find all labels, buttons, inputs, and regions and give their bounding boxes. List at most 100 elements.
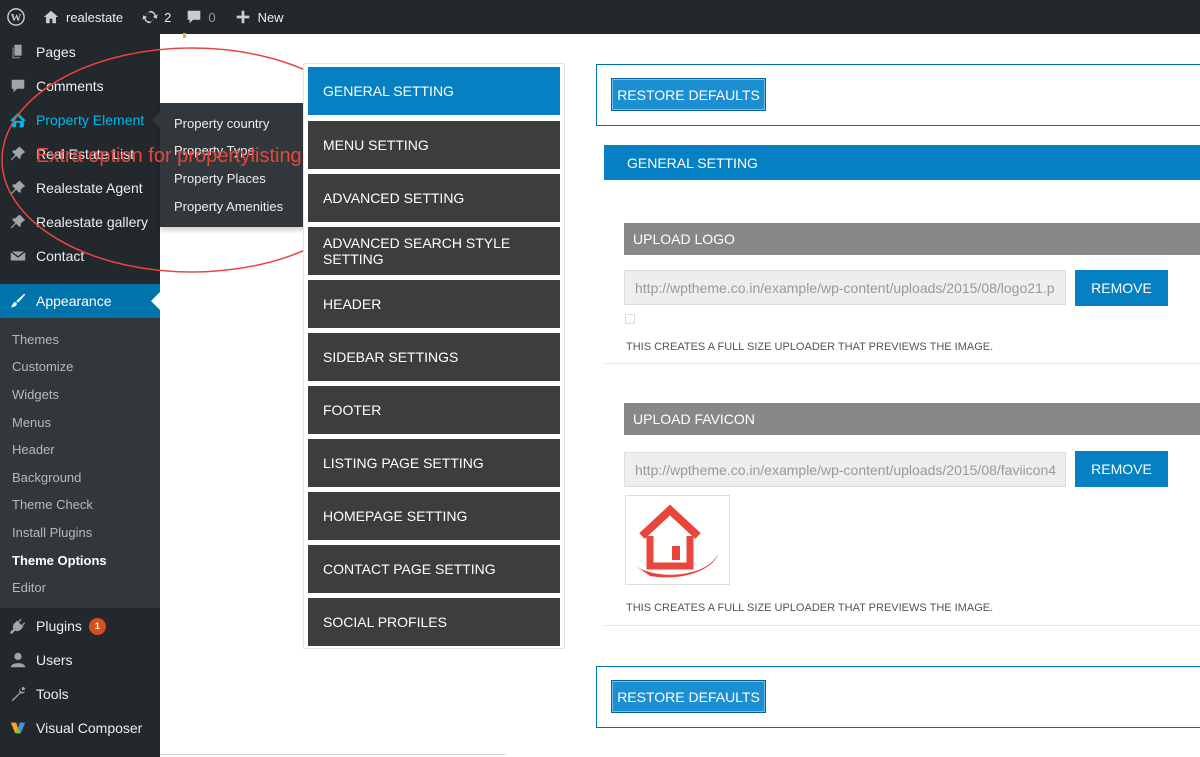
restore-defaults-button-top[interactable]: RESTORE DEFAULTS [611, 78, 766, 111]
house-logo-icon [636, 504, 718, 578]
menu-label: Contact [36, 248, 85, 264]
menu-visual-composer[interactable]: Visual Composer [0, 711, 160, 745]
remove-favicon-button[interactable]: REMOVE [1075, 451, 1168, 487]
submenu-theme-options[interactable]: Theme Options [12, 553, 107, 568]
submenu-themes[interactable]: Themes [12, 332, 59, 347]
remove-logo-button[interactable]: REMOVE [1075, 270, 1168, 306]
menu-label: Appearance [36, 293, 112, 309]
submenu-header[interactable]: Header [12, 442, 55, 457]
new-label: New [257, 9, 284, 25]
menu-contact[interactable]: Contact [0, 239, 160, 273]
menu-label: Users [36, 652, 73, 668]
nav-listing-page-setting[interactable]: LISTING PAGE SETTING [308, 439, 560, 487]
logo-url-input[interactable]: http://wptheme.co.in/example/wp-content/… [624, 270, 1066, 305]
logo-description: THIS CREATES A FULL SIZE UPLOADER THAT P… [626, 341, 994, 353]
appearance-submenu: Themes Customize Widgets Menus Header Ba… [0, 318, 160, 608]
submenu-theme-check[interactable]: Theme Check [12, 497, 93, 512]
menu-property-element[interactable]: Property Element [0, 103, 160, 137]
site-name: realestate [66, 9, 124, 25]
nav-advanced-setting[interactable]: ADVANCED SETTING [308, 174, 560, 222]
menu-label: Tools [36, 686, 69, 702]
notice-marker [183, 33, 186, 38]
flyout-arrow [152, 112, 160, 128]
menu-comments[interactable]: Comments [0, 69, 160, 103]
favicon-url-input[interactable]: http://wptheme.co.in/example/wp-content/… [624, 452, 1066, 487]
menu-label: Property Element [36, 112, 145, 128]
tools-icon [11, 686, 26, 702]
menu-label: Real Estate List [36, 146, 135, 162]
menu-label: Realestate Agent [36, 180, 143, 196]
menu-label: Visual Composer [36, 720, 143, 736]
flyout-property-places[interactable]: Property Places [174, 171, 266, 186]
submenu-editor[interactable]: Editor [12, 580, 46, 595]
home-icon [43, 10, 59, 24]
menu-real-estate-list[interactable]: Real Estate List [0, 137, 160, 171]
admin-bar: W realestate 2 0 New [0, 0, 1200, 34]
pin-icon [10, 146, 26, 161]
wordpress-icon: W [7, 8, 25, 26]
submenu-background[interactable]: Background [12, 470, 81, 485]
divider [604, 625, 1200, 626]
upload-favicon-header: UPLOAD FAVICON [624, 403, 1200, 435]
updates-count: 2 [164, 9, 172, 25]
paintbrush-icon [10, 293, 26, 308]
flyout-property-type[interactable]: Property Type [174, 143, 255, 158]
comments-link[interactable]: 0 [178, 0, 222, 34]
nav-advanced-search-style-setting[interactable]: ADVANCED SEARCH STYLE SETTING [308, 227, 560, 275]
wordpress-logo-button[interactable]: W [0, 0, 35, 34]
favicon-description: THIS CREATES A FULL SIZE UPLOADER THAT P… [626, 602, 994, 614]
submenu-menus[interactable]: Menus [12, 415, 51, 430]
menu-label: Realestate gallery [36, 214, 149, 230]
visual-composer-icon [10, 722, 26, 734]
comments-icon [11, 79, 25, 93]
property-element-flyout: Property country Property Type Property … [152, 103, 320, 227]
footer-divider [160, 754, 505, 755]
restore-defaults-button-bottom[interactable]: RESTORE DEFAULTS [611, 680, 766, 713]
nav-homepage-setting[interactable]: HOMEPAGE SETTING [308, 492, 560, 540]
menu-label: Comments [36, 78, 104, 94]
comments-count: 0 [208, 9, 216, 25]
submenu-customize[interactable]: Customize [12, 359, 73, 374]
admin-sidebar: Pages Comments Property Element Real Est… [0, 34, 160, 757]
updates-icon [142, 10, 158, 24]
plugins-update-badge: 1 [88, 617, 106, 635]
nav-header[interactable]: HEADER [308, 280, 560, 328]
current-arrow [151, 292, 160, 310]
bottom-restore-bar: RESTORE DEFAULTS [596, 666, 1200, 728]
mail-icon [10, 250, 26, 261]
menu-pages[interactable]: Pages [0, 35, 160, 69]
menu-plugins[interactable]: Plugins 1 [0, 609, 160, 643]
menu-users[interactable]: Users [0, 643, 160, 677]
flyout-property-amenities[interactable]: Property Amenities [174, 199, 283, 214]
nav-general-setting[interactable]: GENERAL SETTING [308, 67, 560, 115]
submenu-widgets[interactable]: Widgets [12, 387, 59, 402]
nav-sidebar-settings[interactable]: SIDEBAR SETTINGS [308, 333, 560, 381]
pin-icon [10, 214, 26, 229]
new-content-link[interactable]: New [227, 0, 291, 34]
logo-preview-placeholder [625, 314, 635, 324]
menu-realestate-agent[interactable]: Realestate Agent [0, 171, 160, 205]
submenu-install-plugins[interactable]: Install Plugins [12, 525, 92, 540]
comment-bubble-icon [188, 10, 201, 24]
updates-link[interactable]: 2 [134, 0, 178, 34]
menu-label: Plugins [36, 618, 82, 634]
favicon-preview-image [625, 495, 730, 585]
pages-icon [12, 44, 22, 59]
pin-icon [10, 180, 26, 195]
menu-appearance[interactable]: Appearance [0, 284, 160, 318]
plus-icon [236, 10, 249, 24]
nav-contact-page-setting[interactable]: CONTACT PAGE SETTING [308, 545, 560, 593]
site-name-link[interactable]: realestate [35, 0, 130, 34]
menu-tools[interactable]: Tools [0, 677, 160, 711]
menu-realestate-gallery[interactable]: Realestate gallery [0, 205, 160, 239]
flyout-property-country[interactable]: Property country [174, 116, 269, 131]
plugins-icon [9, 618, 26, 635]
nav-social-profiles[interactable]: SOCIAL PROFILES [308, 598, 560, 646]
nav-menu-setting[interactable]: MENU SETTING [308, 121, 560, 169]
top-restore-bar: RESTORE DEFAULTS [596, 64, 1200, 126]
users-icon [10, 652, 26, 668]
nav-footer[interactable]: FOOTER [308, 386, 560, 434]
menu-label: Pages [36, 44, 76, 60]
section-title: GENERAL SETTING [604, 145, 1200, 180]
upload-logo-header: UPLOAD LOGO [624, 223, 1200, 255]
